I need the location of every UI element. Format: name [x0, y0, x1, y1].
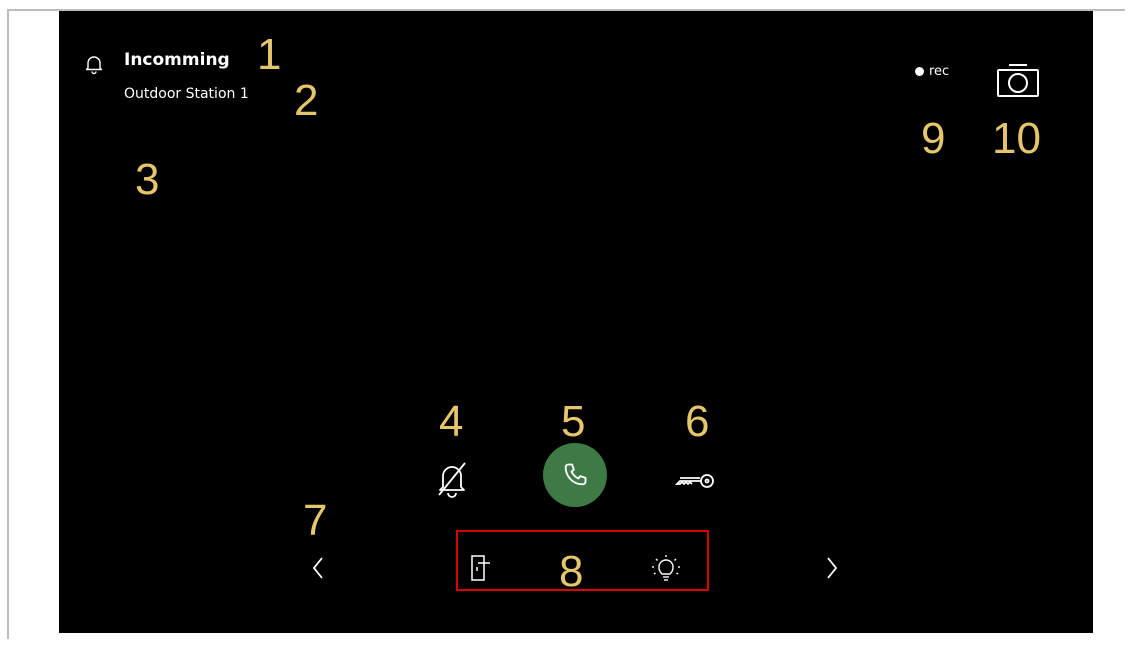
record-label: rec [929, 64, 950, 79]
callout-10: 10 [992, 114, 1041, 163]
mute-ringtone-button[interactable] [433, 457, 471, 501]
record-button[interactable]: rec [915, 64, 949, 79]
call-title: Incomming [124, 50, 230, 70]
bell-icon [83, 53, 105, 75]
chevron-right-icon [827, 557, 838, 579]
callout-5: 5 [561, 397, 586, 446]
chevron-left-icon [312, 557, 323, 579]
previous-page-button[interactable] [307, 554, 329, 582]
callout-1: 1 [257, 30, 282, 79]
callout-7: 7 [303, 496, 328, 545]
callout-2: 2 [294, 76, 319, 125]
next-page-button[interactable] [821, 554, 843, 582]
camera-icon [997, 64, 1039, 97]
record-dot-icon [915, 67, 924, 76]
callout-3: 3 [135, 155, 160, 204]
key-icon [674, 474, 714, 488]
frame-border-left [7, 9, 9, 639]
accept-call-button[interactable] [543, 443, 607, 507]
unlock-door-button[interactable] [673, 469, 717, 493]
callout-8: 8 [559, 547, 584, 596]
call-subtitle: Outdoor Station 1 [124, 86, 249, 102]
callout-4: 4 [439, 397, 464, 446]
phone-icon [564, 463, 587, 486]
callout-6: 6 [685, 397, 710, 446]
intercom-screen: Incomming Outdoor Station 1 rec 1 2 3 4 … [59, 11, 1093, 633]
callout-9: 9 [921, 114, 946, 163]
bell-off-icon [438, 462, 466, 498]
snapshot-button[interactable] [994, 61, 1042, 99]
